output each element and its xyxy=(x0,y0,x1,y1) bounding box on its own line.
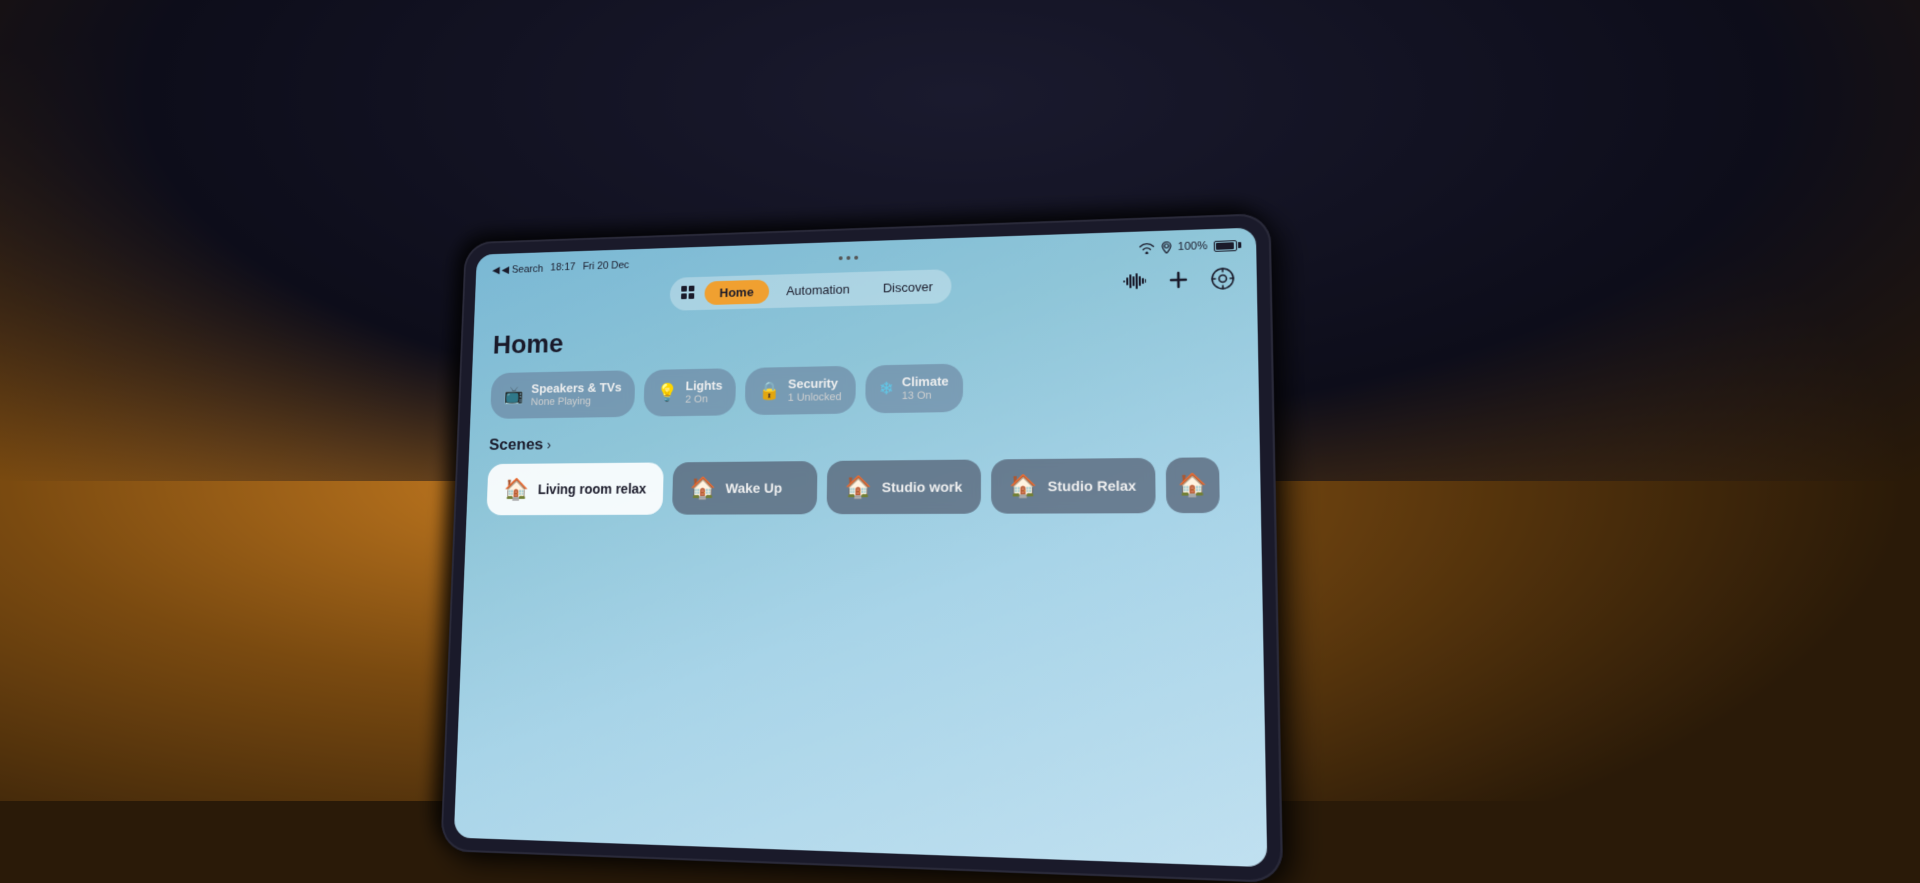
scene-partial-icon: 🏠 xyxy=(1178,472,1208,499)
speakers-text: Speakers & TVs None Playing xyxy=(531,380,622,409)
tab-automation[interactable]: Automation xyxy=(771,277,866,304)
battery-icon xyxy=(1214,240,1237,252)
tab-grid[interactable] xyxy=(672,280,703,308)
lights-icon: 💡 xyxy=(657,383,679,403)
scene-cards: 🏠 Living room relax 🏠 Wake Up 🏠 Studio w… xyxy=(486,457,1237,515)
tab-home[interactable]: Home xyxy=(704,280,769,306)
climate-text: Climate 13 On xyxy=(902,374,949,403)
ipad-screen: ◀ ◀ Search 18:17 Fri 20 Dec xyxy=(454,228,1268,868)
climate-icon: ❄ xyxy=(879,379,894,400)
waveform-icon[interactable] xyxy=(1120,266,1149,295)
summary-card-security[interactable]: 🔒 Security 1 Unlocked xyxy=(745,366,856,415)
scene-card-partial: 🏠 xyxy=(1166,457,1220,513)
security-icon: 🔒 xyxy=(759,381,781,402)
speakers-sub: None Playing xyxy=(531,395,622,409)
status-time: 18:17 xyxy=(550,261,575,273)
dot-1 xyxy=(839,256,843,260)
summary-cards: 📺 Speakers & TVs None Playing 💡 Lights 2… xyxy=(490,358,1235,419)
status-right: 100% xyxy=(1138,239,1237,254)
scene-card-wake-up[interactable]: 🏠 Wake Up xyxy=(672,461,818,515)
battery-fill xyxy=(1216,242,1234,250)
dot-3 xyxy=(854,256,858,260)
scene-living-room-relax-label: Living room relax xyxy=(538,480,647,498)
back-button[interactable]: ◀ ◀ Search xyxy=(492,262,543,276)
scenes-header: Scenes › xyxy=(489,426,1236,454)
security-sub: 1 Unlocked xyxy=(788,391,842,405)
lights-label: Lights xyxy=(685,378,722,394)
back-label: ◀ Search xyxy=(501,262,543,275)
dot-2 xyxy=(846,256,850,260)
climate-sub: 13 On xyxy=(902,389,949,403)
ipad-device: ◀ ◀ Search 18:17 Fri 20 Dec xyxy=(440,213,1283,883)
scene-wake-up-icon: 🏠 xyxy=(690,475,717,500)
lights-sub: 2 On xyxy=(685,393,722,406)
nav-right-icons xyxy=(1120,264,1238,295)
scene-studio-work-label: Studio work xyxy=(882,477,963,496)
status-left: ◀ ◀ Search 18:17 Fri 20 Dec xyxy=(492,259,629,276)
scene-card-studio-work[interactable]: 🏠 Studio work xyxy=(827,459,981,514)
speakers-icon: 📺 xyxy=(503,385,524,405)
scenes-title: Scenes xyxy=(489,435,544,455)
speakers-label: Speakers & TVs xyxy=(531,380,622,396)
scene-studio-work-icon: 🏠 xyxy=(845,474,872,500)
climate-label: Climate xyxy=(902,374,949,390)
scene-studio-relax-label: Studio Relax xyxy=(1048,476,1137,495)
security-text: Security 1 Unlocked xyxy=(788,376,842,405)
summary-card-climate[interactable]: ❄ Climate 13 On xyxy=(865,364,963,414)
settings-icon[interactable] xyxy=(1208,264,1238,293)
battery-percent: 100% xyxy=(1178,240,1208,253)
status-date: Fri 20 Dec xyxy=(583,260,630,273)
security-label: Security xyxy=(788,376,842,392)
scene-living-room-relax-icon: 🏠 xyxy=(503,477,529,502)
spacer-left xyxy=(491,299,518,300)
add-icon[interactable] xyxy=(1164,265,1194,294)
summary-card-lights[interactable]: 💡 Lights 2 On xyxy=(643,368,736,416)
main-content: Home 📺 Speakers & TVs None Playing 💡 Lig… xyxy=(466,303,1261,525)
scene-wake-up-label: Wake Up xyxy=(725,479,782,497)
scenes-chevron[interactable]: › xyxy=(547,437,552,452)
tab-discover[interactable]: Discover xyxy=(867,274,949,301)
scene-card-living-room-relax[interactable]: 🏠 Living room relax xyxy=(486,462,663,515)
back-chevron: ◀ xyxy=(492,264,500,276)
location-icon xyxy=(1161,241,1172,253)
nav-tabs: Home Automation Discover xyxy=(669,269,951,311)
scene-card-studio-relax[interactable]: 🏠 Studio Relax xyxy=(991,458,1156,514)
summary-card-speakers[interactable]: 📺 Speakers & TVs None Playing xyxy=(490,370,635,419)
status-dots xyxy=(839,256,858,260)
lights-text: Lights 2 On xyxy=(685,378,723,406)
scene-studio-relax-icon: 🏠 xyxy=(1009,473,1037,499)
wifi-icon xyxy=(1138,242,1155,254)
